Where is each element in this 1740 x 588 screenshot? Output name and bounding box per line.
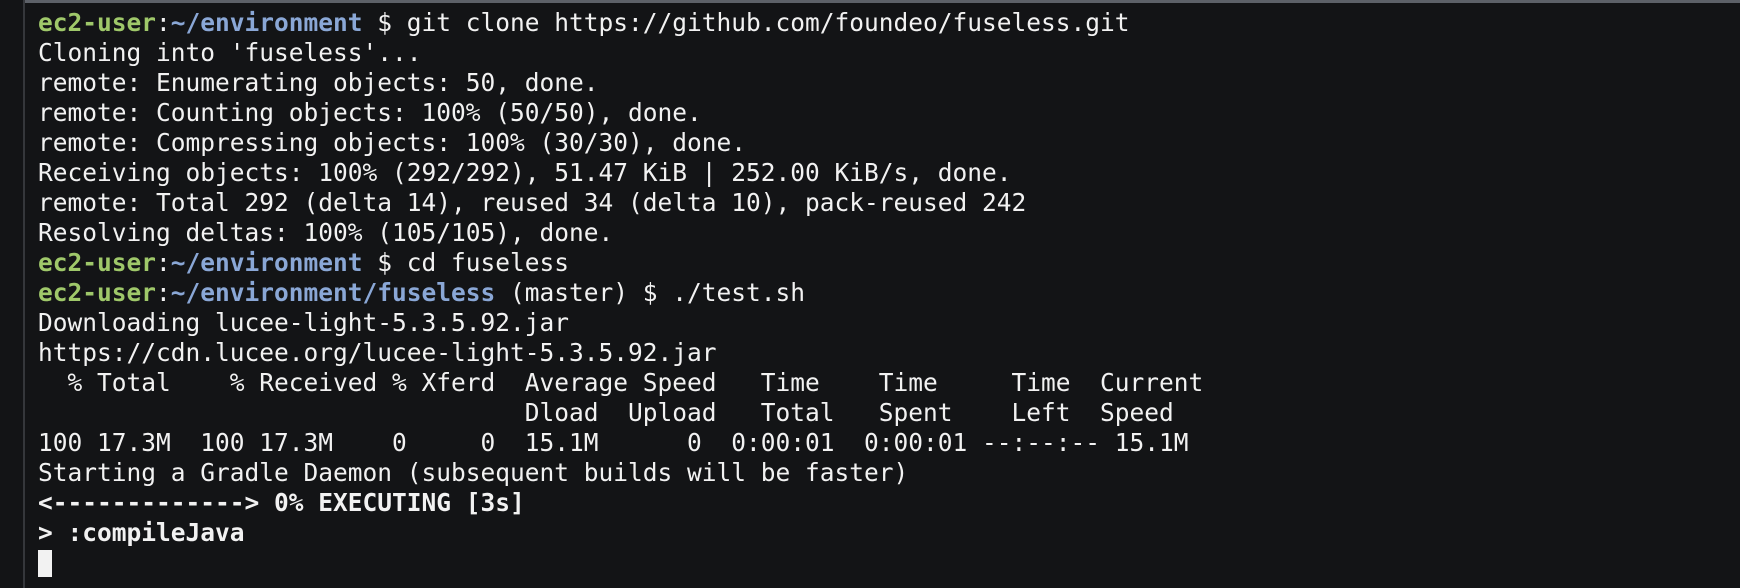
- window-left-border: [23, 0, 25, 588]
- terminal-line: Cloning into 'fuseless'...: [38, 38, 422, 67]
- window-top-border: [24, 0, 1740, 3]
- prompt-user: ec2-user: [38, 8, 157, 37]
- terminal-line: https://cdn.lucee.org/lucee-light-5.3.5.…: [38, 338, 717, 367]
- terminal-cursor[interactable]: [38, 550, 52, 577]
- terminal-line-prompt: ec2-user:~/environment $ git clone https…: [38, 8, 1740, 38]
- prompt-separator: :: [156, 248, 171, 277]
- terminal-line: Receiving objects: 100% (292/292), 51.47…: [38, 158, 1012, 187]
- terminal-line: remote: Compressing objects: 100% (30/30…: [38, 128, 747, 157]
- terminal-line: Resolving deltas: 100% (105/105), done.: [38, 218, 614, 247]
- terminal-line-prompt: ec2-user:~/environment $ cd fuseless: [38, 248, 1740, 278]
- terminal-output[interactable]: ec2-user:~/environment $ git clone https…: [38, 8, 1740, 578]
- prompt-command: $ cd fuseless: [362, 248, 570, 277]
- prompt-command: (master) $ ./test.sh: [495, 278, 806, 307]
- terminal-cursor-line[interactable]: [38, 548, 1740, 578]
- prompt-user: ec2-user: [38, 278, 157, 307]
- terminal-line-prompt: ec2-user:~/environment/fuseless (master)…: [38, 278, 1740, 308]
- prompt-user: ec2-user: [38, 248, 157, 277]
- prompt-path: ~/environment: [170, 8, 363, 37]
- prompt-command: $ git clone https://github.com/foundeo/f…: [362, 8, 1130, 37]
- gradle-progress-line: <-------------> 0% EXECUTING [3s]: [38, 488, 525, 517]
- terminal-line: Starting a Gradle Daemon (subsequent bui…: [38, 458, 909, 487]
- prompt-path: ~/environment: [170, 248, 363, 277]
- terminal-window[interactable]: ec2-user:~/environment $ git clone https…: [0, 0, 1740, 588]
- curl-progress-header: % Total % Received % Xferd Average Speed…: [38, 368, 1204, 397]
- terminal-line: remote: Total 292 (delta 14), reused 34 …: [38, 188, 1027, 217]
- terminal-line: remote: Counting objects: 100% (50/50), …: [38, 98, 702, 127]
- terminal-line: remote: Enumerating objects: 50, done.: [38, 68, 599, 97]
- prompt-separator: :: [156, 8, 171, 37]
- gradle-task-line: > :compileJava: [38, 518, 245, 547]
- curl-progress-values: 100 17.3M 100 17.3M 0 0 15.1M 0 0:00:01 …: [38, 428, 1189, 457]
- terminal-line: Downloading lucee-light-5.3.5.92.jar: [38, 308, 570, 337]
- prompt-path: ~/environment/fuseless: [170, 278, 496, 307]
- prompt-separator: :: [156, 278, 171, 307]
- curl-progress-subheader: Dload Upload Total Spent Left Speed: [38, 398, 1174, 427]
